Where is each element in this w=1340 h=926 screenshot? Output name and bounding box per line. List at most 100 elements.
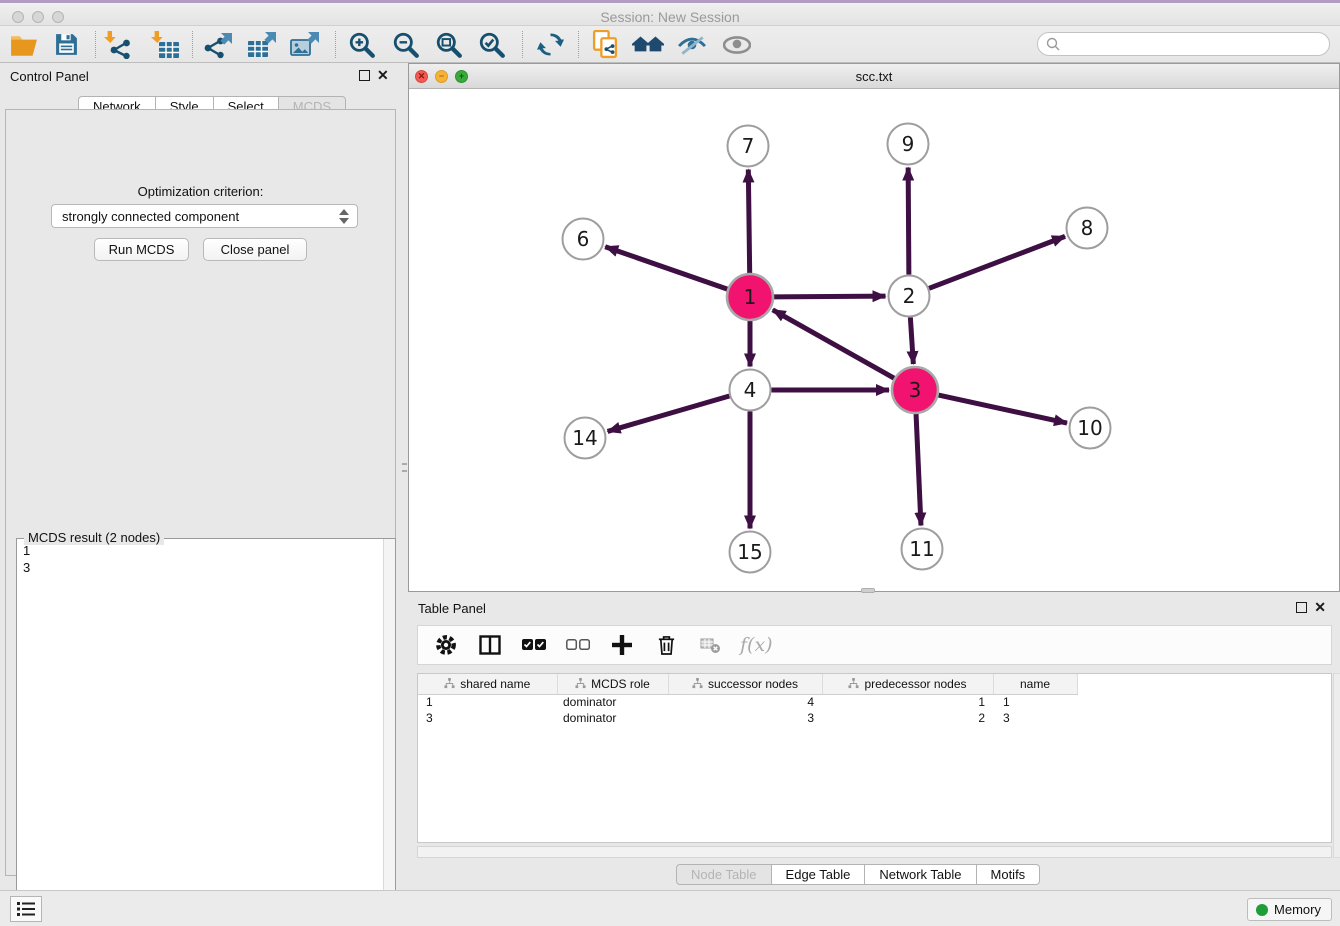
deselect-all-button[interactable] (564, 631, 592, 659)
memory-button[interactable]: Memory (1247, 898, 1332, 921)
tab-edge-table[interactable]: Edge Table (772, 864, 866, 885)
mcds-result-item[interactable]: 3 (23, 559, 383, 576)
table-cell[interactable]: 2 (822, 710, 993, 726)
table-cell[interactable]: dominator (557, 710, 668, 726)
graph-node-label: 14 (572, 426, 597, 450)
control-panel: Control Panel ✕ Network Style Select MCD… (0, 63, 401, 890)
home-layout-button[interactable] (630, 28, 666, 61)
zoom-out-icon (392, 31, 420, 59)
tree-icon (444, 678, 455, 689)
eye-slash-icon (678, 35, 706, 55)
table-cell[interactable]: dominator (557, 694, 668, 710)
refresh-view-button[interactable] (532, 28, 568, 61)
network-resize-grip[interactable] (861, 588, 875, 593)
table-row[interactable]: 3dominator323 (418, 710, 1331, 726)
graph-edge-1-7[interactable] (748, 169, 749, 273)
eye-icon (723, 36, 751, 54)
close-panel-button[interactable]: Close panel (203, 238, 307, 261)
control-panel-header: Control Panel ✕ (0, 63, 401, 89)
table-row[interactable]: 1dominator411 (418, 694, 1331, 710)
graph-node-label: 8 (1081, 216, 1094, 240)
mcds-result-scrollbar[interactable] (383, 539, 395, 919)
table-settings-button[interactable] (432, 631, 460, 659)
import-network-button[interactable] (100, 28, 136, 61)
show-all-button[interactable] (719, 28, 755, 61)
graph-edge-1-6[interactable] (605, 247, 727, 289)
column-header-predecessor-nodes[interactable]: predecessor nodes (822, 674, 993, 694)
table-cell[interactable]: 3 (418, 710, 557, 726)
table-vertical-scrollbar[interactable] (1333, 673, 1340, 858)
graph-node-label: 11 (909, 537, 934, 561)
delete-table-button[interactable] (696, 631, 724, 659)
table-cell[interactable]: 3 (668, 710, 822, 726)
task-history-button[interactable] (10, 896, 42, 922)
table-cell-filler (1077, 710, 1331, 726)
houses-icon (632, 33, 664, 57)
import-table-button[interactable] (147, 28, 183, 61)
table-cell[interactable]: 1 (418, 694, 557, 710)
graph-edge-3-11[interactable] (916, 414, 921, 526)
close-panel-icon[interactable]: ✕ (377, 67, 389, 83)
zoom-selected-button[interactable] (474, 28, 510, 61)
vertical-splitter[interactable] (401, 63, 408, 890)
graph-edge-3-1[interactable] (773, 310, 894, 378)
graph-edge-2-9[interactable] (908, 167, 909, 274)
graph-node-label: 4 (744, 378, 757, 402)
mcds-result-list[interactable]: 13 (17, 539, 383, 919)
zoom-out-button[interactable] (388, 28, 424, 61)
float-table-panel-icon[interactable] (1296, 602, 1307, 613)
plus-icon (612, 635, 632, 655)
graph-edge-3-10[interactable] (938, 395, 1067, 423)
export-image-button[interactable] (287, 28, 323, 61)
refresh-icon (537, 31, 564, 58)
network-window-titlebar[interactable]: ✕ − + scc.txt (409, 64, 1339, 89)
select-all-button[interactable] (520, 631, 548, 659)
graph-edge-4-14[interactable] (608, 396, 730, 431)
tab-network-table[interactable]: Network Table (865, 864, 976, 885)
table-cell[interactable]: 4 (668, 694, 822, 710)
function-builder-button[interactable]: f(x) (740, 634, 773, 656)
split-columns-button[interactable] (476, 631, 504, 659)
toolbar-separator (522, 31, 523, 58)
open-session-button[interactable] (6, 28, 42, 61)
column-header-shared-name[interactable]: shared name (418, 674, 557, 694)
export-table-button[interactable] (244, 28, 280, 61)
graph-edge-2-3[interactable] (910, 317, 913, 364)
toolbar-separator (192, 31, 193, 58)
tab-node-table[interactable]: Node Table (676, 864, 772, 885)
zoom-selected-icon (478, 31, 506, 59)
copy-network-button[interactable] (587, 28, 623, 61)
save-floppy-icon (54, 32, 79, 57)
delete-column-button[interactable] (652, 631, 680, 659)
node-table-body: 1dominator4113dominator323 (418, 694, 1331, 726)
table-cell[interactable]: 1 (993, 694, 1077, 710)
column-header-name[interactable]: name (993, 674, 1077, 694)
table-horizontal-scrollbar[interactable] (417, 846, 1332, 858)
unchecked-boxes-icon (566, 639, 590, 651)
add-column-button[interactable] (608, 631, 636, 659)
network-canvas[interactable]: 1234678910111415 (409, 89, 1339, 591)
export-network-button[interactable] (200, 28, 236, 61)
close-table-panel-icon[interactable]: ✕ (1314, 599, 1326, 615)
column-header-successor-nodes[interactable]: successor nodes (668, 674, 822, 694)
search-input[interactable] (1060, 34, 1329, 54)
save-session-button[interactable] (48, 28, 84, 61)
graph-edge-1-2[interactable] (774, 296, 886, 297)
table-cell[interactable]: 1 (822, 694, 993, 710)
criterion-dropdown[interactable]: strongly connected component (51, 204, 358, 228)
delete-table-icon (700, 636, 721, 654)
table-cell[interactable]: 3 (993, 710, 1077, 726)
float-panel-icon[interactable] (359, 70, 370, 81)
import-network-icon (103, 31, 133, 59)
criterion-value: strongly connected component (62, 209, 239, 224)
hide-selected-button[interactable] (674, 28, 710, 61)
run-mcds-button[interactable]: Run MCDS (94, 238, 189, 261)
zoom-in-button[interactable] (344, 28, 380, 61)
network-graph[interactable]: 1234678910111415 (409, 89, 1339, 591)
tab-motifs[interactable]: Motifs (977, 864, 1041, 885)
graph-edge-2-8[interactable] (929, 236, 1065, 288)
tree-icon (692, 678, 703, 689)
table-tabbar: Node Table Edge Table Network Table Moti… (676, 864, 1040, 885)
column-header-mcds-role[interactable]: MCDS role (557, 674, 668, 694)
zoom-fit-button[interactable] (431, 28, 467, 61)
